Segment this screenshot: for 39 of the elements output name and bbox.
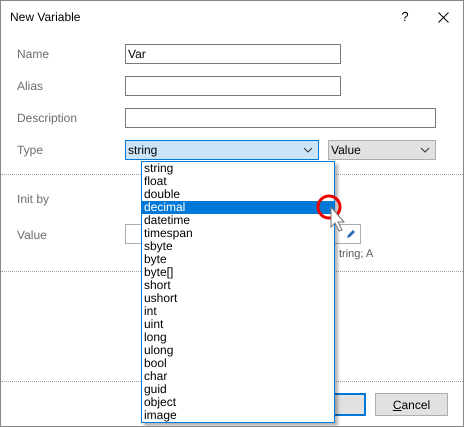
field-label: Description [16, 110, 78, 127]
dropdown-option[interactable]: decimal [142, 201, 334, 214]
field-label: Name [16, 46, 50, 63]
field-label: Value [16, 227, 48, 244]
field-label: Type [16, 142, 44, 159]
dropdown-option[interactable]: byte[] [142, 266, 334, 279]
dropdown-option[interactable]: float [142, 175, 334, 188]
field-label: Init by [16, 191, 50, 208]
dropdown-option[interactable]: ushort [142, 292, 334, 305]
dropdown-option[interactable]: ulong [142, 344, 334, 357]
dropdown-option[interactable]: bool [142, 357, 334, 370]
text-field[interactable]: Var [125, 44, 341, 64]
dropdown-option[interactable]: uint [142, 318, 334, 331]
dropdown-option[interactable]: guid [142, 383, 334, 396]
field-label: Alias [16, 78, 44, 95]
dropdown-option[interactable]: string [142, 162, 334, 175]
dropdown-option[interactable]: byte [142, 253, 334, 266]
source-dropdown[interactable]: Value [328, 140, 436, 160]
cancel-button[interactable]: Cancel [375, 393, 448, 416]
dropdown-option[interactable]: datetime [142, 214, 334, 227]
dropdown-option[interactable]: double [142, 188, 334, 201]
chevron-icon [303, 147, 313, 153]
dropdown-option[interactable]: sbyte [142, 240, 334, 253]
dropdown-option[interactable]: timespan [142, 227, 334, 240]
type-dropdown[interactable]: string [125, 140, 319, 160]
hint-text: tring; A [339, 247, 374, 262]
dropdown-option[interactable]: image [142, 409, 334, 422]
close-icon[interactable] [438, 12, 449, 22]
dropdown-option[interactable]: short [142, 279, 334, 292]
dropdown-option[interactable]: int [142, 305, 334, 318]
dropdown-option[interactable]: object [142, 396, 334, 409]
pencil-icon [346, 229, 356, 239]
help-button[interactable]: ? [395, 7, 415, 27]
text-field[interactable] [125, 76, 341, 96]
dropdown-option[interactable]: long [142, 331, 334, 344]
dropdown-option[interactable]: char [142, 370, 334, 383]
text-field[interactable] [125, 108, 436, 128]
window-title: New Variable [10, 9, 82, 26]
chevron-icon [420, 147, 430, 153]
